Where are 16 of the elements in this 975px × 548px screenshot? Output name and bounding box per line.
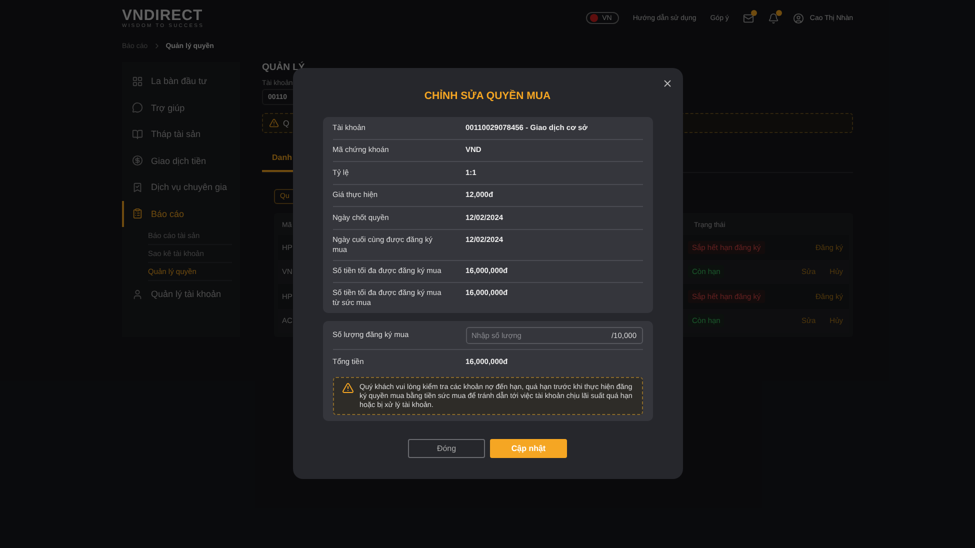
flag-icon <box>590 14 598 22</box>
sidebar-item[interactable]: Giao dịch tiền <box>122 148 240 174</box>
close-dialog-button[interactable]: Đóng <box>408 439 485 458</box>
update-button[interactable]: Cập nhật <box>490 439 567 458</box>
sidebar-item[interactable]: Dịch vụ chuyên gia <box>122 174 240 200</box>
sidebar-item[interactable]: Quản lý tài khoản <box>122 281 240 308</box>
sidebar-item[interactable]: Trợ giúp <box>122 94 240 121</box>
mail-icon[interactable] <box>742 12 754 24</box>
sidebar-item[interactable]: Tháp tài sản <box>122 121 240 148</box>
close-button[interactable] <box>662 78 672 89</box>
warning-icon <box>342 382 354 394</box>
dialog-title: CHỈNH SỬA QUYỀN MUA <box>424 90 551 102</box>
bell-icon[interactable] <box>768 12 779 24</box>
sidebar-item[interactable]: La bàn đầu tư <box>122 68 240 94</box>
user-avatar-icon[interactable] <box>792 12 804 24</box>
sidebar-item[interactable]: Báo cáo <box>122 200 240 227</box>
